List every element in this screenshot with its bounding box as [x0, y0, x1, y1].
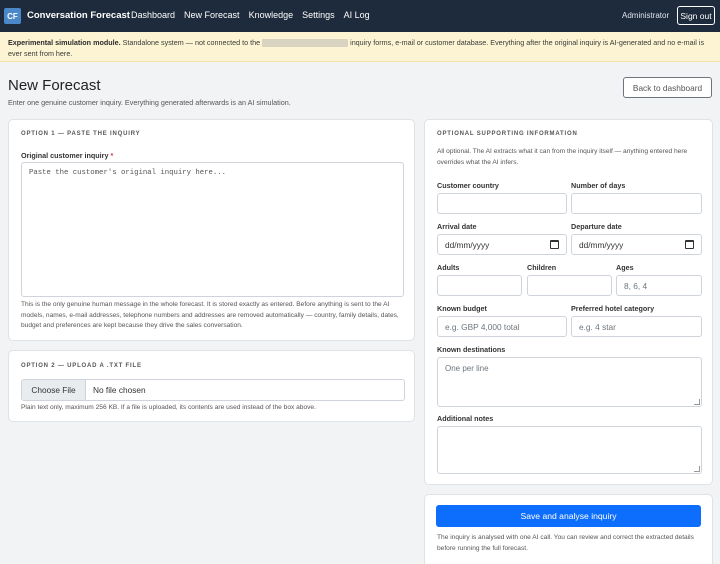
experimental-banner: Experimental simulation module. Standalo… [0, 32, 720, 62]
required-marker: * [110, 151, 114, 160]
banner-strong: Experimental simulation module. [8, 38, 121, 47]
country-input[interactable] [437, 193, 567, 214]
nav-link-new-forecast[interactable]: New Forecast [184, 10, 240, 20]
inquiry-help: This is the only genuine human message i… [21, 301, 399, 329]
file-upload-input[interactable]: Choose File No file chosen [21, 379, 405, 401]
save-and-analyse-button[interactable]: Save and analyse inquiry [436, 505, 701, 527]
destinations-label: Known destinations [437, 345, 506, 354]
inquiry-label: Original customer inquiry * [21, 151, 114, 160]
notes-textarea[interactable] [437, 426, 702, 474]
top-navbar: CF Conversation Forecast Dashboard New F… [0, 0, 720, 32]
adults-label: Adults [437, 263, 460, 272]
brand-name[interactable]: Conversation Forecast [27, 10, 130, 21]
brand-logo[interactable]: CF [4, 8, 21, 24]
hotel-input[interactable]: e.g. 4 star [571, 316, 702, 337]
departure-date-input[interactable]: dd/mm/yyyy [571, 234, 702, 255]
sign-out-button[interactable]: Sign out [677, 6, 715, 25]
destinations-textarea[interactable]: One per line [437, 357, 702, 407]
hotel-label: Preferred hotel category [571, 304, 655, 313]
optional-title: Optional supporting information [437, 131, 578, 137]
page-subtitle: Enter one genuine customer inquiry. Ever… [8, 98, 291, 107]
ages-input[interactable]: 8, 6, 4 [616, 275, 702, 296]
back-to-dashboard-button[interactable]: Back to dashboard [623, 77, 712, 98]
nav-link-dashboard[interactable]: Dashboard [131, 10, 175, 20]
children-label: Children [527, 263, 557, 272]
days-input[interactable] [571, 193, 702, 214]
departure-label: Departure date [571, 222, 622, 231]
days-label: Number of days [571, 181, 626, 190]
arrival-date-input[interactable]: dd/mm/yyyy [437, 234, 567, 255]
resize-handle-icon[interactable] [694, 466, 700, 472]
notes-label: Additional notes [437, 414, 494, 423]
optional-info-card: Optional supporting information All opti… [424, 119, 713, 485]
redacted-block [262, 39, 349, 48]
nav-link-ai-log[interactable]: AI Log [344, 10, 370, 20]
nav-link-settings[interactable]: Settings [302, 10, 335, 20]
banner-text-1: Standalone system — not connected to the [120, 38, 261, 47]
choose-file-button[interactable]: Choose File [22, 380, 86, 400]
page-title: New Forecast [8, 77, 101, 94]
current-user: Administrator [622, 11, 670, 20]
inquiry-textarea[interactable]: Paste the customer's original inquiry he… [21, 162, 404, 297]
calendar-icon[interactable] [685, 240, 694, 249]
ages-label: Ages [616, 263, 634, 272]
arrival-label: Arrival date [437, 222, 477, 231]
option1-card: Option 1 — Paste the inquiry Original cu… [8, 119, 415, 341]
country-label: Customer country [437, 181, 499, 190]
option2-card: Option 2 — Upload a .txt file Choose Fil… [8, 350, 415, 422]
budget-label: Known budget [437, 304, 487, 313]
option1-title: Option 1 — Paste the inquiry [21, 131, 141, 137]
option2-title: Option 2 — Upload a .txt file [21, 363, 142, 369]
resize-handle-icon[interactable] [694, 399, 700, 405]
budget-input[interactable]: e.g. GBP 4,000 total [437, 316, 567, 337]
file-help: Plain text only, maximum 256 KB. If a fi… [21, 404, 316, 411]
file-status: No file chosen [93, 385, 146, 395]
submit-help: The inquiry is analysed with one AI call… [437, 534, 694, 552]
adults-input[interactable] [437, 275, 522, 296]
optional-intro: All optional. The AI extracts what it ca… [437, 148, 688, 166]
children-input[interactable] [527, 275, 612, 296]
nav-link-knowledge[interactable]: Knowledge [249, 10, 294, 20]
calendar-icon[interactable] [550, 240, 559, 249]
nav-links: Dashboard New Forecast Knowledge Setting… [131, 10, 370, 20]
